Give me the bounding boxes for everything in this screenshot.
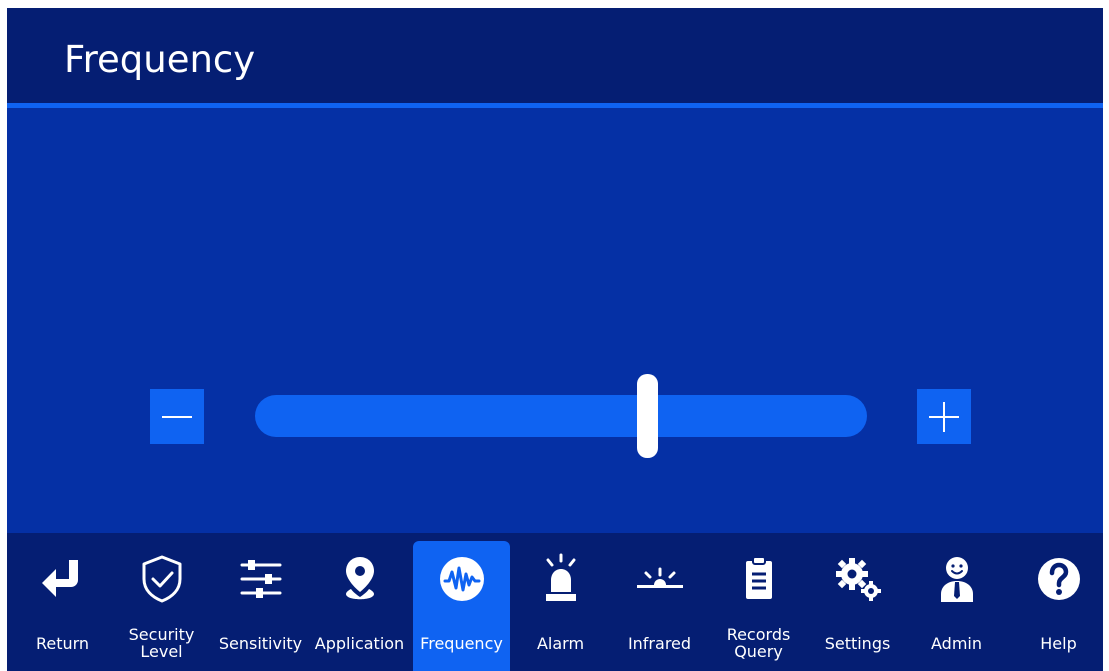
- frequency-slider-track[interactable]: [255, 374, 867, 458]
- sliders-icon: [240, 560, 281, 598]
- nav-item-alarm[interactable]: Alarm: [512, 541, 609, 671]
- nav-item-return[interactable]: Return: [14, 541, 111, 671]
- nav-item-sensitivity[interactable]: Sensitivity: [212, 541, 309, 671]
- nav-item-infrared[interactable]: Infrared: [611, 541, 708, 671]
- infrared-icon: [636, 567, 683, 588]
- nav-label-admin: Admin: [931, 633, 982, 653]
- page-title: Frequency: [64, 38, 256, 81]
- nav-item-admin[interactable]: Admin: [908, 541, 1005, 671]
- alarm-siren-icon: [545, 553, 576, 601]
- admin-user-icon: [940, 557, 973, 602]
- nav-label-application: Application: [314, 633, 405, 653]
- nav-item-frequency[interactable]: Frequency: [413, 541, 510, 671]
- nav-item-records-query[interactable]: Records Query: [710, 541, 807, 671]
- bottom-navigation: Return Security Level Sensitivity Applic…: [7, 533, 1103, 671]
- nav-label-help: Help: [1040, 633, 1077, 653]
- nav-item-settings[interactable]: Settings: [809, 541, 906, 671]
- frequency-slider-thumb[interactable]: [636, 374, 658, 458]
- plus-icon: [929, 402, 959, 432]
- nav-item-help[interactable]: Help: [1010, 541, 1103, 671]
- shield-check-icon: [142, 555, 181, 603]
- increase-button[interactable]: [917, 389, 971, 444]
- return-arrow-icon: [41, 560, 78, 597]
- clipboard-icon: [745, 556, 772, 599]
- waveform-icon: [439, 557, 484, 601]
- nav-item-security-level[interactable]: Security Level: [113, 541, 210, 671]
- gears-icon: [835, 558, 881, 601]
- frequency-screen: Frequency Return Security Level Sensitiv…: [7, 8, 1103, 671]
- minus-icon: [162, 416, 192, 418]
- nav-item-application[interactable]: Application: [311, 541, 408, 671]
- decrease-button[interactable]: [150, 389, 204, 444]
- map-pin-icon: [345, 557, 374, 600]
- header-bar: Frequency: [7, 8, 1103, 108]
- help-icon: [1037, 558, 1080, 600]
